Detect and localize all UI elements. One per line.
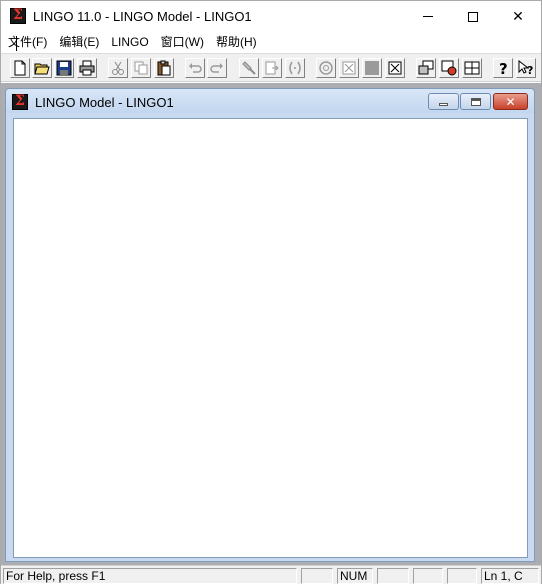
copy-icon bbox=[134, 61, 148, 75]
help-icon: ? bbox=[499, 60, 508, 76]
child-close-button[interactable]: ✕ bbox=[493, 93, 528, 110]
menu-bar: 文件(F) 编辑(E) LINGO 窗口(W) 帮助(H) bbox=[1, 32, 541, 52]
redo-button[interactable] bbox=[207, 58, 227, 78]
status-pane-blank-3 bbox=[413, 568, 443, 584]
save-icon bbox=[56, 60, 72, 76]
context-help-icon: ? bbox=[518, 60, 533, 76]
match-parenthesis-button[interactable] bbox=[285, 58, 305, 78]
print-button[interactable] bbox=[77, 58, 97, 78]
cut-icon bbox=[112, 61, 124, 75]
menu-window[interactable]: 窗口(W) bbox=[155, 32, 210, 52]
solution-icon bbox=[342, 61, 356, 75]
copy-button[interactable] bbox=[131, 58, 151, 78]
maximize-button[interactable] bbox=[450, 1, 496, 32]
close-icon: ✕ bbox=[505, 94, 516, 109]
print-icon bbox=[79, 60, 95, 76]
status-help-text: For Help, press F1 bbox=[3, 568, 297, 584]
redo-icon bbox=[210, 63, 223, 73]
tile-button[interactable] bbox=[462, 58, 482, 78]
toolbar: ? ? bbox=[1, 53, 541, 82]
send-to-back-icon bbox=[418, 60, 434, 75]
mdi-client-area: Σ LINGO Model - LINGO1 ✕ bbox=[1, 83, 541, 565]
close-all-button[interactable] bbox=[385, 58, 405, 78]
child-maximize-button[interactable] bbox=[460, 93, 491, 110]
goto-icon bbox=[265, 61, 279, 75]
child-minimize-button[interactable] bbox=[428, 93, 459, 110]
status-bar: For Help, press F1 NUM Ln 1, C bbox=[1, 565, 541, 584]
text-caret bbox=[16, 36, 17, 51]
lingo-sigma-icon[interactable]: Σ bbox=[10, 7, 26, 24]
help-button[interactable]: ? bbox=[493, 58, 513, 78]
window-title: LINGO 11.0 - LINGO Model - LINGO1 bbox=[33, 9, 252, 24]
options-icon bbox=[441, 60, 457, 76]
title-bar[interactable]: Σ LINGO 11.0 - LINGO Model - LINGO1 ✕ bbox=[1, 1, 541, 32]
menu-edit[interactable]: 编辑(E) bbox=[53, 32, 105, 52]
menu-help[interactable]: 帮助(H) bbox=[210, 32, 263, 52]
stop-icon bbox=[365, 61, 379, 75]
close-all-icon bbox=[388, 61, 402, 75]
tile-icon bbox=[464, 61, 480, 75]
paste-icon bbox=[157, 60, 171, 76]
cut-button[interactable] bbox=[108, 58, 128, 78]
save-button[interactable] bbox=[54, 58, 74, 78]
svg-text:?: ? bbox=[499, 60, 508, 76]
minimize-icon bbox=[439, 103, 448, 106]
paste-button[interactable] bbox=[154, 58, 174, 78]
open-button[interactable] bbox=[32, 58, 52, 78]
solve-icon bbox=[319, 61, 333, 75]
find-icon bbox=[242, 61, 256, 75]
child-title-bar[interactable]: Σ LINGO Model - LINGO1 ✕ bbox=[6, 89, 534, 113]
lingo-sigma-icon[interactable]: Σ bbox=[12, 93, 28, 110]
status-pane-blank-1 bbox=[301, 568, 333, 584]
send-to-back-button[interactable] bbox=[416, 58, 436, 78]
undo-icon bbox=[189, 63, 202, 73]
lingo-app-window: Σ LINGO 11.0 - LINGO Model - LINGO1 ✕ 文件… bbox=[0, 0, 542, 584]
new-button[interactable] bbox=[10, 58, 30, 78]
close-button[interactable]: ✕ bbox=[495, 1, 541, 32]
solution-button[interactable] bbox=[339, 58, 359, 78]
undo-button[interactable] bbox=[185, 58, 205, 78]
options-button[interactable] bbox=[439, 58, 459, 78]
close-icon: ✕ bbox=[512, 8, 524, 24]
stop-button[interactable] bbox=[362, 58, 382, 78]
minimize-button[interactable] bbox=[405, 1, 451, 32]
goto-button[interactable] bbox=[262, 58, 282, 78]
status-num-indicator: NUM bbox=[337, 568, 373, 584]
match-parenthesis-icon bbox=[289, 61, 301, 75]
model-child-window: Σ LINGO Model - LINGO1 ✕ bbox=[5, 88, 535, 562]
model-editor[interactable] bbox=[13, 118, 528, 558]
new-icon bbox=[14, 60, 26, 76]
maximize-icon bbox=[470, 97, 481, 106]
context-help-button[interactable]: ? bbox=[516, 58, 536, 78]
menu-lingo[interactable]: LINGO bbox=[105, 32, 154, 52]
find-button[interactable] bbox=[239, 58, 259, 78]
svg-text:?: ? bbox=[527, 64, 533, 76]
maximize-icon bbox=[468, 11, 478, 22]
child-window-title: LINGO Model - LINGO1 bbox=[35, 95, 174, 110]
open-icon bbox=[34, 63, 50, 75]
status-pane-blank-4 bbox=[447, 568, 477, 584]
minimize-icon bbox=[423, 16, 433, 17]
solve-button[interactable] bbox=[316, 58, 336, 78]
status-cursor-position: Ln 1, C bbox=[481, 568, 539, 584]
status-pane-blank-2 bbox=[377, 568, 409, 584]
menu-file[interactable]: 文件(F) bbox=[2, 32, 53, 52]
